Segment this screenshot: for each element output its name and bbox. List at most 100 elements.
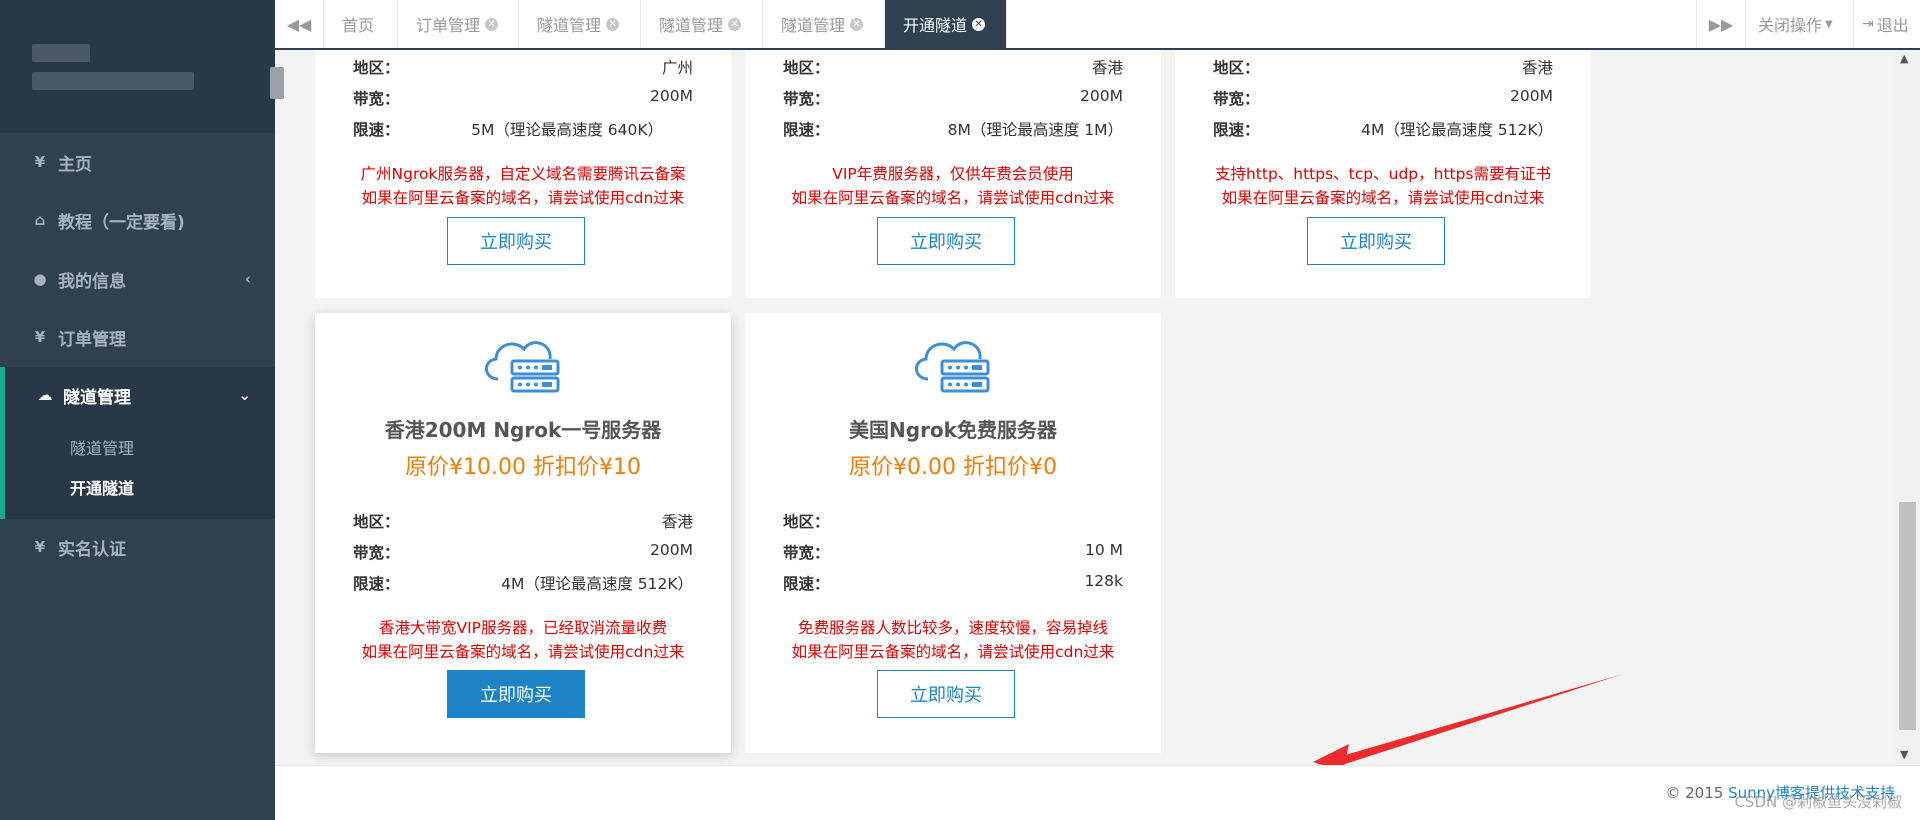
tab-label: 隧道管理 xyxy=(659,16,724,35)
server-card-guangzhou: 地区： 广州 带宽： 200M 限速： 5M（理论最高速度 640K） 广州Ngrok… xyxy=(315,50,731,298)
buy-now-button[interactable]: 立即购买 xyxy=(447,217,585,265)
speed-limit-value: 4M（理论最高速度 512K） xyxy=(501,575,693,593)
sidebar-item-label: 我的信息 xyxy=(58,271,126,292)
speed-limit-label: 限速： xyxy=(353,121,400,139)
bandwidth-value: 10 M xyxy=(1084,541,1123,559)
speed-limit-row: 限速： 4M（理论最高速度 512K） xyxy=(1213,118,1553,140)
sidebar-item-orders[interactable]: ¥ 订单管理 xyxy=(0,308,275,366)
red-arrow-annotation xyxy=(1313,674,1623,765)
tab-bar: ◀◀ 首页 订单管理 ✕ 隧道管理 ✕ 隧道管理 ✕ 隧道管理 ✕ 开通隧道 ✕ ▶▶ 关… xyxy=(275,0,1920,50)
logo-area xyxy=(0,0,275,133)
logout-button[interactable]: ⇥ 退出 xyxy=(1853,0,1920,48)
scroll-left-button[interactable]: ◀◀ xyxy=(275,0,324,48)
region-value: 广州 xyxy=(661,59,693,77)
double-left-icon: ◀◀ xyxy=(286,14,312,34)
bandwidth-row: 带宽： 200M xyxy=(353,541,693,563)
speed-limit-value: 4M（理论最高速度 512K） xyxy=(1361,121,1553,139)
bandwidth-label: 带宽： xyxy=(353,90,400,108)
server-price: 原价¥0.00 折扣价¥0 xyxy=(849,455,1057,480)
tab-label: 隧道管理 xyxy=(781,16,846,35)
bandwidth-row: 带宽： 200M xyxy=(1213,87,1553,109)
sidebar-item-home[interactable]: ¥ 主页 xyxy=(0,133,275,191)
sidebar-item-my-info[interactable]: ● 我的信息 ‹ xyxy=(0,250,275,308)
cloud-icon: ☁ xyxy=(37,386,53,404)
chevron-left-icon: ‹ xyxy=(244,270,251,288)
yen-icon: ¥ xyxy=(34,328,46,346)
scrollbar-thumb[interactable] xyxy=(1899,502,1916,730)
region-label: 地区： xyxy=(353,59,400,77)
sidebar-subitem-tunnel-manage[interactable]: 隧道管理 xyxy=(70,435,134,459)
blurred-logo xyxy=(32,44,90,62)
copyright: © 2015 xyxy=(1665,784,1729,802)
tab-tunnels-1[interactable]: 隧道管理 ✕ xyxy=(519,0,641,48)
server-card-us-free: 美国Ngrok免费服务器 原价¥0.00 折扣价¥0 地区： 带宽： 10 M 限… xyxy=(745,313,1161,753)
chevron-down-icon: ⌄ xyxy=(238,386,251,404)
close-icon[interactable]: ✕ xyxy=(850,17,864,31)
bandwidth-label: 带宽： xyxy=(783,544,830,562)
region-label: 地区： xyxy=(783,513,830,531)
scroll-up-icon[interactable]: ▲ xyxy=(1900,52,1908,65)
tab-home[interactable]: 首页 xyxy=(324,0,398,48)
watermark: CSDN @剁椒鱼头没剁椒 xyxy=(1734,793,1902,811)
server-note: 免费服务器人数比较多，速度较慢，容易掉线 xyxy=(797,619,1108,637)
scroll-down-icon[interactable]: ▼ xyxy=(1900,748,1908,761)
tab-tunnels-3[interactable]: 隧道管理 ✕ xyxy=(763,0,885,48)
bandwidth-row: 带宽： 200M xyxy=(783,87,1123,109)
server-note: 如果在阿里云备案的域名，请尝试使用cdn过来 xyxy=(791,189,1115,207)
yen-icon: ¥ xyxy=(34,153,46,171)
user-icon: ● xyxy=(33,270,47,288)
bandwidth-value: 200M xyxy=(650,87,693,105)
tab-label: 首页 xyxy=(342,16,375,35)
footer: © 2015 Sunny博客提供技术支持 xyxy=(275,765,1920,820)
sidebar-item-label: 教程（一定要看) xyxy=(58,212,185,233)
buy-now-button[interactable]: 立即购买 xyxy=(1307,217,1445,265)
close-icon[interactable]: ✕ xyxy=(728,17,742,31)
server-card-hk-vip: 地区： 香港 带宽： 200M 限速： 8M（理论最高速度 1M） VIP年费服务器，… xyxy=(745,50,1161,298)
sidebar-item-tutorial[interactable]: ⌂ 教程（一定要看) xyxy=(0,191,275,249)
server-note: 广州Ngrok服务器，自定义域名需要腾讯云备案 xyxy=(360,165,686,183)
buy-now-button[interactable]: 立即购买 xyxy=(447,670,585,718)
server-note: 如果在阿里云备案的域名，请尝试使用cdn过来 xyxy=(361,189,685,207)
sidebar-item-realname[interactable]: ¥ 实名认证 xyxy=(0,518,275,576)
speed-limit-label: 限速： xyxy=(783,575,830,593)
close-icon[interactable]: ✕ xyxy=(606,17,620,31)
region-value: 香港 xyxy=(1521,59,1553,77)
tab-open-tunnel[interactable]: 开通隧道 ✕ xyxy=(885,0,1007,48)
sidebar-subitem-open-tunnel[interactable]: 开通隧道 xyxy=(70,475,134,499)
speed-limit-row: 限速： 128k xyxy=(783,572,1123,594)
region-row: 地区： 香港 xyxy=(353,510,693,532)
server-card-hk-200m: 香港200M Ngrok一号服务器 原价¥10.00 折扣价¥10 地区： 香港 … xyxy=(315,313,731,753)
tab-tunnels-2[interactable]: 隧道管理 ✕ xyxy=(641,0,763,48)
blurred-logo-text xyxy=(32,72,194,90)
close-icon[interactable]: ✕ xyxy=(972,17,986,31)
scroll-right-button[interactable]: ▶▶ xyxy=(1696,0,1745,48)
server-note: 香港大带宽VIP服务器，已经取消流量收费 xyxy=(378,619,668,637)
sidebar-item-tunnels[interactable]: ☁ 隧道管理 ⌄ xyxy=(0,366,275,424)
close-icon[interactable]: ✕ xyxy=(485,17,499,31)
tab-orders[interactable]: 订单管理 ✕ xyxy=(398,0,519,48)
caret-down-icon: ▼ xyxy=(1825,18,1833,30)
sidebar: ¥ 主页 ⌂ 教程（一定要看) ● 我的信息 ‹ ¥ 订单管理 ☁ 隧道管理 ⌄… xyxy=(0,0,284,820)
tab-label: 开通隧道 xyxy=(903,16,968,35)
server-note: 如果在阿里云备案的域名，请尝试使用cdn过来 xyxy=(361,643,685,661)
yen-icon: ¥ xyxy=(34,538,46,556)
tab-label: 隧道管理 xyxy=(537,16,602,35)
bandwidth-row: 带宽： 10 M xyxy=(783,541,1123,563)
server-card-hk-https: 地区： 香港 带宽： 200M 限速： 4M（理论最高速度 512K） 支持http、… xyxy=(1175,50,1591,298)
server-note: 支持http、https、tcp、udp，https需要有证书 xyxy=(1214,165,1552,183)
server-note: VIP年费服务器，仅供年费会员使用 xyxy=(832,165,1074,183)
bandwidth-label: 带宽： xyxy=(353,544,400,562)
sidebar-item-label: 隧道管理 xyxy=(63,387,131,408)
server-note: 如果在阿里云备案的域名，请尝试使用cdn过来 xyxy=(1221,189,1545,207)
close-operations-dropdown[interactable]: 关闭操作 ▼ xyxy=(1745,0,1853,48)
buy-now-button[interactable]: 立即购买 xyxy=(877,217,1015,265)
region-value: 香港 xyxy=(1091,59,1123,77)
bandwidth-label: 带宽： xyxy=(1213,90,1260,108)
bandwidth-row: 带宽： 200M xyxy=(353,87,693,109)
content-area: 地区： 广州 带宽： 200M 限速： 5M（理论最高速度 640K） 广州Ngrok… xyxy=(275,50,1920,765)
sidebar-item-label: 订单管理 xyxy=(58,329,126,350)
content-scrollbar[interactable]: ▲ ▼ xyxy=(1895,50,1920,765)
close-operations-label: 关闭操作 xyxy=(1758,16,1823,35)
server-title: 美国Ngrok免费服务器 xyxy=(849,418,1057,442)
buy-now-button[interactable]: 立即购买 xyxy=(877,670,1015,718)
